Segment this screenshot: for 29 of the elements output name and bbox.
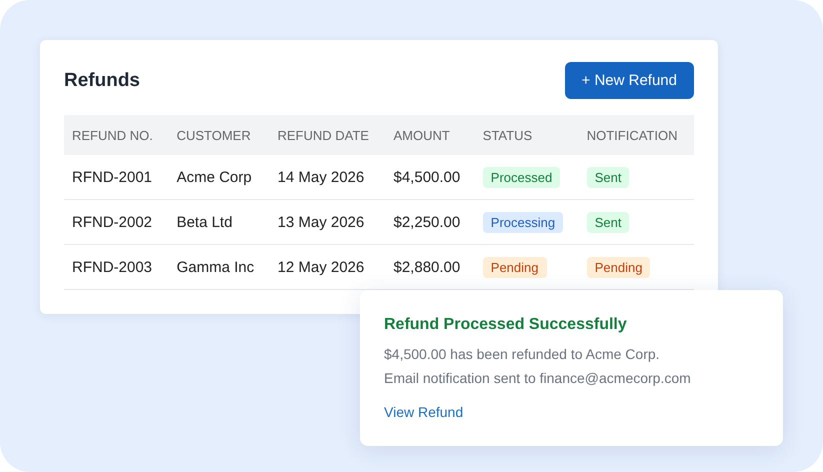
table-cell: 13 May 2026 — [270, 200, 386, 244]
table-cell: 12 May 2026 — [270, 244, 386, 290]
view-refund-link[interactable]: View Refund — [384, 404, 464, 420]
column-header: NOTIFICATION — [578, 115, 694, 155]
table-cell: $2,250.00 — [386, 200, 475, 244]
column-header: REFUND NO. — [64, 115, 169, 155]
table-cell: RFND-2002 — [64, 200, 169, 244]
table-cell: Gamma Inc — [168, 244, 270, 290]
toast-message: Email notification sent to finance@acmecorp.com — [384, 369, 692, 388]
column-header: STATUS — [474, 115, 579, 155]
column-header: CUSTOMER — [168, 115, 270, 155]
new-refund-button[interactable]: + New Refund — [564, 62, 694, 99]
toast-title: Refund Processed Successfully — [384, 316, 628, 334]
column-header: REFUND DATE — [270, 115, 386, 155]
table-cell: 14 May 2026 — [270, 155, 386, 200]
notification-badge: Pending — [586, 256, 650, 278]
table-cell: Beta Ltd — [168, 200, 270, 244]
table-cell: Acme Corp — [168, 155, 270, 200]
column-header: AMOUNT — [386, 115, 475, 155]
status-badge: Processing — [482, 212, 564, 232]
table-cell: $4,500.00 — [386, 155, 475, 200]
status-badge: Processed — [482, 166, 560, 188]
notification-badge: Sent — [586, 166, 630, 188]
status-badge: Pending — [482, 256, 546, 278]
table-cell: RFND-2001 — [64, 155, 169, 200]
notification-badge: Sent — [586, 212, 630, 232]
table-cell: RFND-2003 — [64, 244, 169, 290]
toast-message: $4,500.00 has been refunded to Acme Corp. — [384, 345, 661, 364]
panel-title: Refunds — [64, 70, 140, 92]
